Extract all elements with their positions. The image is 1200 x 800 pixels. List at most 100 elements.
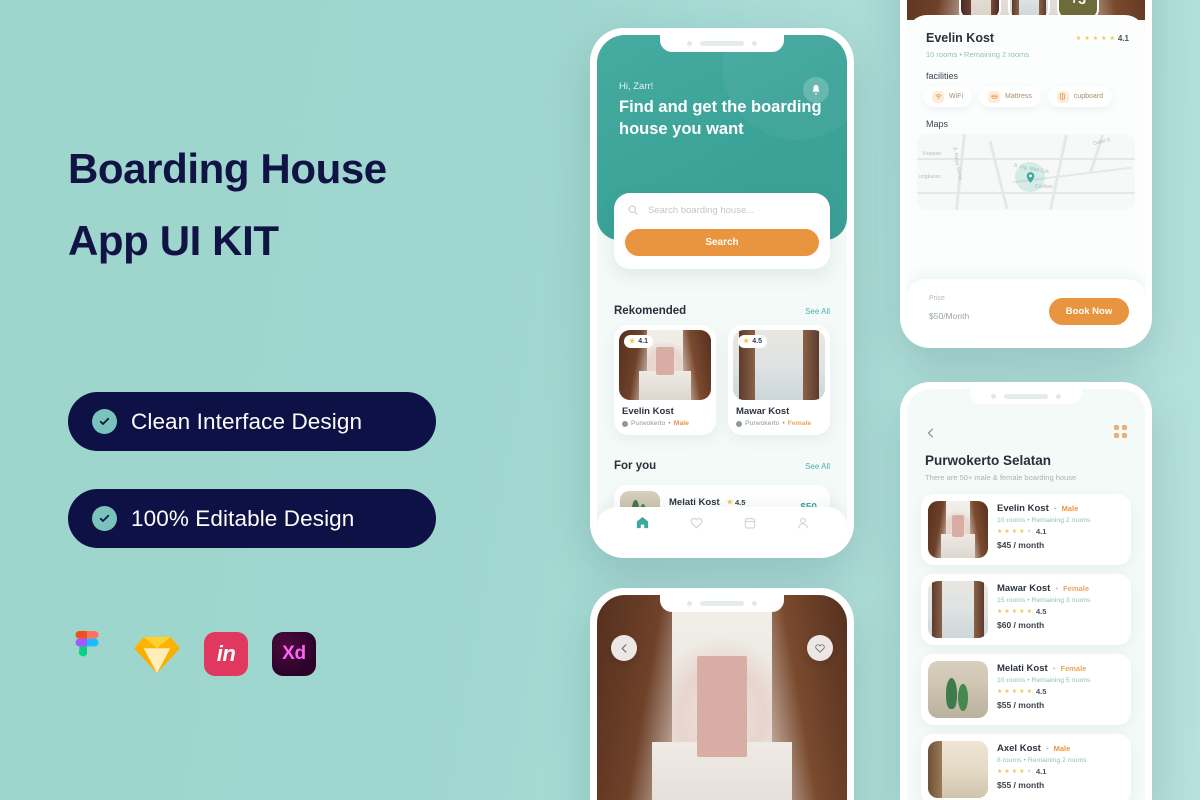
detail-rooms: 10 rooms • Remaining 2 rooms [926,50,1030,59]
promo-panel: Boarding House App UI KIT Clean Interfac… [0,0,520,800]
rating-value: 4.5 [752,338,763,345]
meta-separator: • [668,420,671,427]
star-icon: ★ [997,608,1003,615]
facility-label: cupboard [1073,93,1104,100]
star-icon: ★ [1011,608,1018,615]
row-title-row: Mawar Kost • Female [997,583,1124,594]
phone-detail-screen: +3 Evelin Kost ★ ★ ★ ★ ★ 4.1 10 rooms • … [900,0,1152,348]
row-photo [928,581,988,638]
page-title: Boarding House App UI KIT [68,133,498,277]
listing-title: Purwokerto Selatan [925,453,1052,468]
card-meta: Purwokerto • Male [622,420,711,427]
detail-title: Evelin Kost [926,31,995,45]
profile-icon[interactable] [796,516,810,535]
card-photo: ★ 4.5 [733,330,825,400]
card-location: Purwokerto [745,420,780,427]
row-rooms: 10 rooms • Remaining 2 rooms [997,517,1091,524]
star-icon: ★ [1011,528,1018,535]
grid-filter-icon[interactable] [1114,425,1127,438]
book-now-button[interactable]: Book Now [1049,298,1129,325]
promo-banner: Boarding House App UI KIT Clean Interfac… [0,0,1200,800]
row-title-row: Melati Kost • Female [997,663,1124,674]
facility-chip-cupboard[interactable]: cupboard [1047,86,1113,107]
row-price: $60 / month [997,620,1045,630]
bell-icon[interactable] [803,77,829,103]
row-title-row: Axel Kost • Male [997,743,1124,754]
map-pin-icon [1015,162,1045,192]
phone-notch [970,389,1082,404]
greeting-text: Hi, Zarr! [619,81,654,92]
star-icon: ★ [1019,528,1025,535]
maps-label: Maps [926,119,949,129]
row-separator: • [1055,584,1059,593]
recommended-card[interactable]: ★ 4.5 Mawar Kost Purwokerto • Female [728,325,830,435]
row-price: $55 / month [997,780,1045,790]
facility-label: Mattress [1005,93,1032,100]
home-headline: Find and get the boarding house you want [619,98,822,138]
cupboard-icon [1056,90,1069,103]
heart-icon[interactable] [689,515,704,535]
recommended-card[interactable]: ★ 4.1 Evelin Kost Purwokerto • Male [614,325,716,435]
home-screen: Hi, Zarr! Find and get the boarding hous… [597,35,847,551]
detail-screen: +3 Evelin Kost ★ ★ ★ ★ ★ 4.1 10 rooms • … [907,0,1145,341]
row-rooms: 15 rooms • Remaining 3 rooms [997,597,1091,604]
card-title: Evelin Kost [622,406,674,417]
invision-label: in [216,641,236,666]
star-icon: ★ [1011,688,1018,695]
check-circle-icon [92,409,117,434]
star-icon: ★ [629,338,636,345]
chevron-left-icon[interactable] [925,426,937,444]
star-icon: ★ [1004,768,1010,775]
row-title: Evelin Kost [997,503,1049,514]
facility-chip-mattress[interactable]: Mattress [979,86,1041,107]
home-icon[interactable] [635,515,650,535]
for-you-see-all[interactable]: See All [805,462,830,471]
recommended-see-all[interactable]: See All [805,307,830,316]
map-view[interactable]: Hoepan Jl. Raga Sema ungkuran Jl. Gg. Ma… [917,134,1135,210]
rating-value: 4.1 [1117,34,1129,43]
chevron-left-icon[interactable] [611,635,637,661]
list-item[interactable]: Axel Kost • Male 8 rooms • Remaining 2 r… [921,734,1131,800]
star-icon: ★ [1011,768,1018,775]
row-title: Mawar Kost [997,583,1051,594]
search-input-row[interactable]: Search boarding house... [627,204,754,216]
list-item[interactable]: Evelin Kost • Male 10 rooms • Remaining … [921,494,1131,565]
row-title: Axel Kost [997,743,1041,754]
list-item[interactable]: Melati Kost • Female 10 rooms • Remainin… [921,654,1131,725]
row-separator: • [1052,664,1056,673]
facility-chip-wifi[interactable]: WiFi [923,86,972,107]
for-you-section-header: For you See All [614,460,830,472]
search-icon [628,205,638,215]
search-card: Search boarding house... Search [614,193,830,269]
phone-gallery-screen: +3 [590,588,854,800]
row-body: Melati Kost • Female 10 rooms • Remainin… [997,661,1124,718]
row-rooms: 8 rooms • Remaining 2 rooms [997,757,1087,764]
mattress-icon [988,90,1000,103]
row-gender: Female [1063,584,1089,593]
heart-icon[interactable] [807,635,833,661]
star-icon: ★ [1084,35,1090,42]
star-icon: ★ [1019,688,1025,695]
rating-value: 4.1 [1035,767,1047,776]
list-item[interactable]: Mawar Kost • Female 15 rooms • Remaining… [921,574,1131,645]
row-photo [928,501,988,558]
star-icon: ★ [1092,35,1099,42]
star-icon: ★ [1026,528,1032,535]
recommended-section-header: Rekomended See All [614,305,830,317]
rating-value: 4.1 [1035,527,1047,536]
price-amount: $50 [929,311,944,321]
rating-value: 4.1 [638,338,649,345]
calendar-icon[interactable] [743,516,757,535]
title-line-2: App UI KIT [68,217,279,265]
listing-screen: Purwokerto Selatan There are 50+ male & … [907,389,1145,800]
row-rating: ★ ★ ★ ★ ★ 4.5 [997,687,1124,696]
search-input[interactable]: Search boarding house... [648,205,754,216]
gallery-hero-photo [597,595,847,800]
for-you-title: For you [614,460,657,472]
star-icon: ★ [1075,35,1082,42]
row-separator: • [1053,504,1057,513]
row-rooms: 10 rooms • Remaining 5 rooms [997,677,1091,684]
title-line-1: Boarding House [68,145,387,192]
search-button[interactable]: Search [625,229,819,256]
row-photo [928,741,988,798]
